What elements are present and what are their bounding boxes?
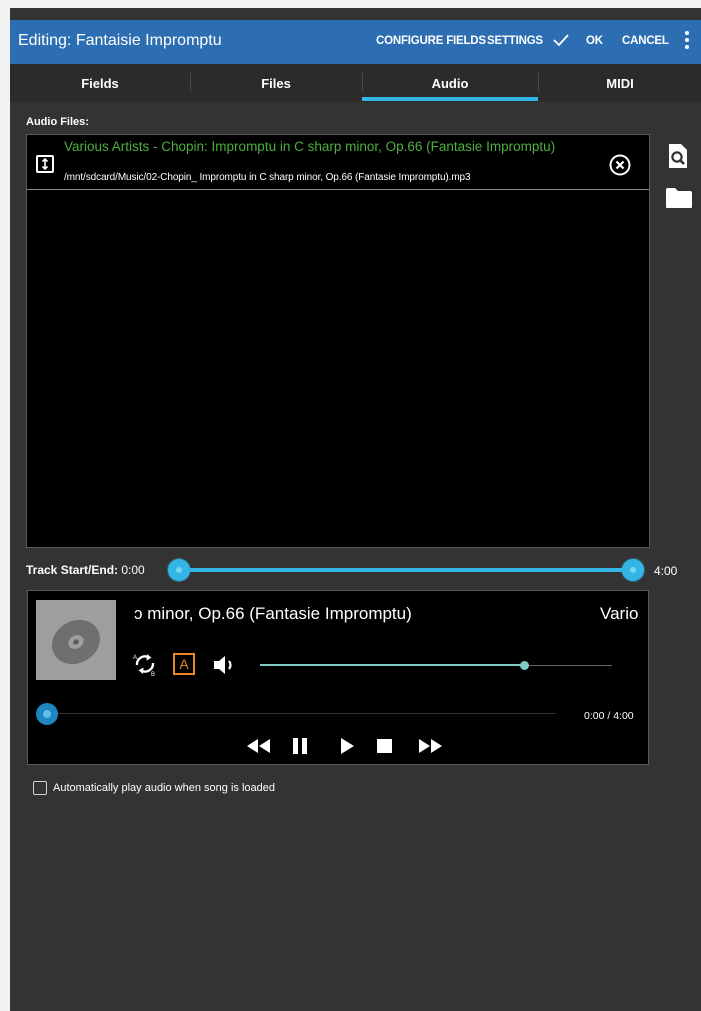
tab-files[interactable]: Files [191, 64, 361, 102]
now-playing-title: ɔ minor, Op.66 (Fantasie Impromptu) [134, 604, 412, 623]
audio-player: ɔ minor, Op.66 (Fantasie Impromptu) Vari… [27, 590, 649, 765]
stop-icon[interactable] [376, 738, 394, 754]
configure-fields-button[interactable]: CONFIGURE FIELDS [376, 35, 486, 47]
autoplay-option[interactable]: Automatically play audio when song is lo… [33, 781, 275, 795]
disc-icon [36, 600, 116, 680]
audio-file-item[interactable]: Various Artists - Chopin: Impromptu in C… [27, 135, 649, 190]
volume-icon[interactable] [212, 653, 238, 677]
volume-thumb[interactable] [520, 661, 529, 670]
track-start-end-row: Track Start/End: 0:00 [26, 563, 145, 577]
audio-files-label: Audio Files: [26, 116, 89, 128]
repeat-icon[interactable]: A B [132, 651, 158, 677]
settings-button[interactable]: SETTINGS [487, 35, 543, 47]
selected-tab-indicator [362, 97, 538, 101]
screen-title: Editing: Fantaisie Impromptu [18, 32, 222, 49]
track-range-slider[interactable] [166, 557, 648, 583]
autoplay-checkbox[interactable] [33, 781, 47, 795]
play-icon[interactable] [338, 737, 356, 755]
album-art [36, 600, 116, 680]
volume-fill [260, 664, 524, 666]
action-bar: Editing: Fantaisie Impromptu CONFIGURE F… [10, 20, 701, 64]
drag-handle-icon[interactable] [36, 155, 54, 173]
svg-text:A: A [133, 655, 137, 661]
track-end-handle[interactable] [622, 559, 644, 581]
track-start-handle[interactable] [168, 559, 190, 581]
track-start-time: 0:00 [121, 563, 145, 577]
seek-track [36, 713, 556, 714]
seek-thumb[interactable] [36, 703, 58, 725]
track-range-fill [178, 568, 636, 572]
check-icon[interactable] [551, 30, 571, 50]
fast-forward-icon[interactable] [417, 737, 443, 755]
audio-file-title: Various Artists - Chopin: Impromptu in C… [64, 139, 556, 154]
tab-midi[interactable]: MIDI [539, 64, 701, 102]
pause-icon[interactable] [290, 737, 310, 755]
file-search-icon[interactable] [667, 143, 689, 169]
svg-text:B: B [151, 672, 155, 677]
audio-file-list: Various Artists - Chopin: Impromptu in C… [26, 134, 650, 548]
autoplay-label: Automatically play audio when song is lo… [53, 782, 275, 794]
tab-fields[interactable]: Fields [10, 64, 190, 102]
close-circle-icon[interactable] [609, 154, 631, 176]
ok-button[interactable]: OK [586, 35, 603, 47]
seek-slider[interactable] [36, 703, 556, 725]
audio-file-path: /mnt/sdcard/Music/02-Chopin_ Impromptu i… [64, 172, 471, 183]
track-end-time: 4:00 [654, 564, 678, 578]
track-start-end-label: Track Start/End: [26, 563, 119, 577]
now-playing-artist: Vario [600, 604, 639, 623]
playback-time: 0:00 / 4:00 [584, 710, 634, 722]
rewind-icon[interactable] [246, 737, 272, 755]
ab-repeat-button[interactable]: A [173, 653, 195, 675]
more-vert-icon[interactable] [684, 31, 690, 51]
volume-slider[interactable] [260, 661, 612, 671]
song-editor-screen: Editing: Fantaisie Impromptu CONFIGURE F… [10, 8, 701, 1011]
folder-icon[interactable] [665, 187, 693, 209]
cancel-button[interactable]: CANCEL [622, 35, 669, 47]
tab-bar: Fields Files Audio MIDI [10, 64, 701, 102]
